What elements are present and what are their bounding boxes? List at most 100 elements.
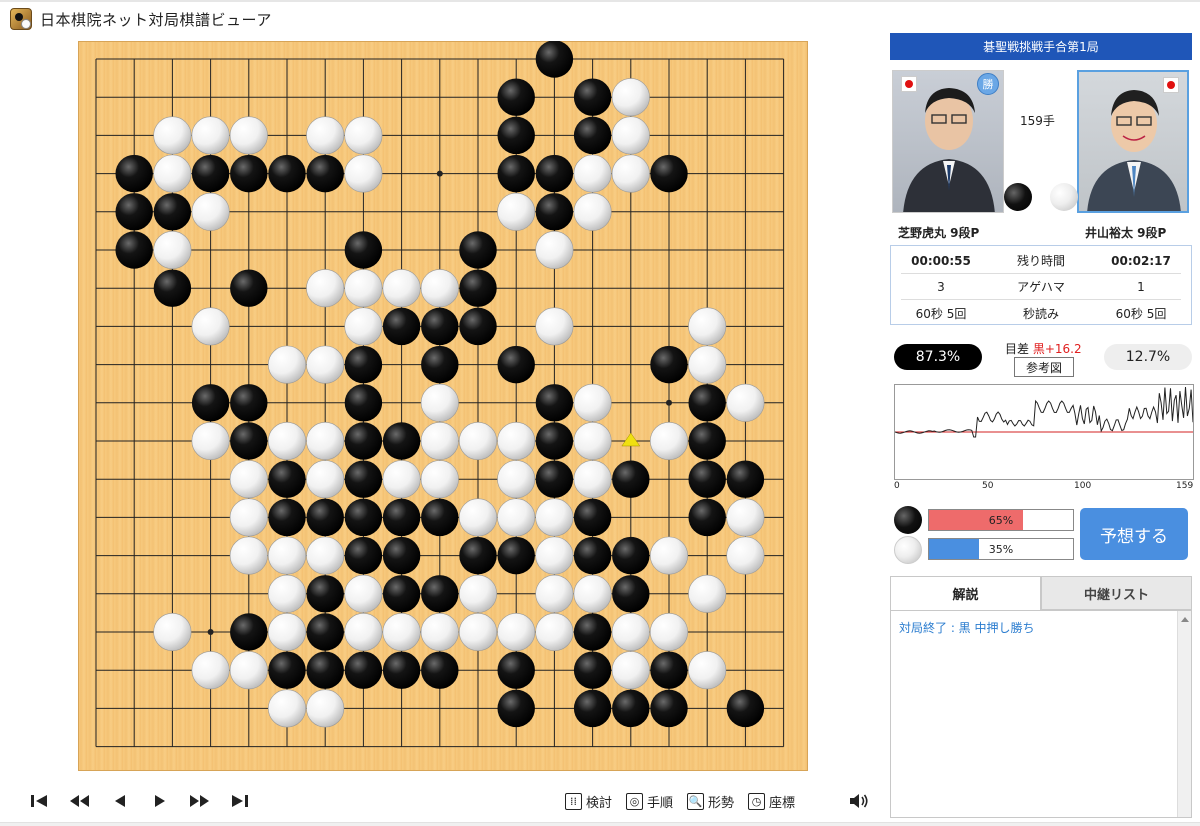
white-stone xyxy=(611,651,650,690)
time-label: 残り時間 xyxy=(1016,254,1065,268)
forward-one-button[interactable] xyxy=(140,787,180,815)
move-order-button[interactable]: ◎ 手順 xyxy=(626,792,673,811)
black-stone xyxy=(268,460,306,498)
tab-commentary[interactable]: 解説 xyxy=(890,576,1041,610)
black-stone xyxy=(306,651,344,689)
speaker-icon[interactable] xyxy=(848,790,870,812)
black-stone xyxy=(573,651,612,689)
black-stone xyxy=(497,536,535,575)
black-stone xyxy=(421,651,459,689)
white-stone xyxy=(344,307,383,346)
go-board[interactable] xyxy=(78,41,808,771)
white-stone xyxy=(535,307,574,346)
white-stone xyxy=(344,574,383,613)
forward-ten-button[interactable] xyxy=(180,787,220,815)
app-window: 日本棋院ネット対局棋譜ビューア ⁞⁞ 検討 ◎ 手順 🔍 形勢 ◷ 座標 碁聖戦… xyxy=(0,0,1200,826)
black-stone xyxy=(306,613,344,651)
black-stone xyxy=(459,231,497,269)
black-stone xyxy=(230,154,268,193)
black-stone xyxy=(115,231,153,269)
black-stone xyxy=(535,422,574,460)
back-ten-button[interactable] xyxy=(60,787,100,815)
skip-to-end-icon xyxy=(232,795,248,807)
captures-row: 3 アゲハマ 1 xyxy=(901,274,1181,300)
first-move-button[interactable] xyxy=(20,787,60,815)
white-stone xyxy=(573,574,612,613)
axis-label: 159 xyxy=(1176,481,1194,491)
axis-label: 0 xyxy=(894,481,900,491)
white-stone xyxy=(458,498,498,537)
captures-label: アゲハマ xyxy=(1017,280,1065,294)
back-one-button[interactable] xyxy=(100,787,140,815)
white-stone xyxy=(191,421,230,461)
star-point xyxy=(666,399,672,406)
commentary-scrollbar[interactable] xyxy=(1177,611,1191,817)
white-stone xyxy=(573,154,612,193)
black-stone xyxy=(535,193,574,231)
white-stone xyxy=(535,498,574,537)
black-stone xyxy=(535,41,574,78)
black-stone xyxy=(421,345,459,384)
reference-diagram-button[interactable]: 参考図 xyxy=(1014,357,1074,377)
black-stone xyxy=(230,384,268,422)
score-value: 黒+16.2 xyxy=(1032,342,1082,356)
white-stone xyxy=(229,498,268,537)
tab-relay-list[interactable]: 中継リスト xyxy=(1041,576,1192,610)
white-stone xyxy=(344,612,383,652)
black-stone xyxy=(421,575,459,613)
position-button[interactable]: 🔍 形勢 xyxy=(687,792,734,811)
white-stone xyxy=(153,154,192,193)
white-stone xyxy=(306,345,345,384)
white-stone xyxy=(267,421,307,461)
white-stone xyxy=(649,536,689,575)
coordinates-button[interactable]: ◷ 座標 xyxy=(748,792,795,811)
predict-button[interactable]: 予想する xyxy=(1080,508,1188,560)
review-button[interactable]: ⁞⁞ 検討 xyxy=(565,792,612,811)
move-order-icon: ◎ xyxy=(626,792,644,810)
tournament-title: 碁聖戦挑戦手合第1局 xyxy=(890,33,1192,60)
white-stone xyxy=(191,307,230,346)
black-stone xyxy=(421,498,459,537)
black-stone xyxy=(650,345,688,384)
white-stone xyxy=(153,116,192,155)
title-bar: 日本棋院ネット対局棋譜ビューア xyxy=(0,0,1200,36)
black-stone xyxy=(191,154,230,193)
black-stone xyxy=(688,498,726,537)
white-stone xyxy=(153,230,192,270)
panel-tabs: 解説 中継リスト xyxy=(890,576,1192,610)
white-stone xyxy=(497,460,536,499)
black-stone xyxy=(115,154,153,193)
white-stone xyxy=(458,574,498,613)
black-stone xyxy=(344,536,383,575)
white-stone xyxy=(382,612,421,652)
black-stone xyxy=(497,651,535,689)
review-icon: ⁞⁞ xyxy=(565,792,582,810)
black-stone xyxy=(650,651,688,689)
black-stone xyxy=(573,689,612,728)
black-stone xyxy=(421,307,459,346)
player-portrait xyxy=(1087,90,1181,211)
move-count: 159手 xyxy=(1020,114,1055,128)
white-stone xyxy=(306,116,345,155)
black-stone xyxy=(535,384,574,422)
black-stone xyxy=(459,536,497,575)
black-stone xyxy=(382,422,421,460)
white-stone xyxy=(497,498,536,537)
board-canvas[interactable] xyxy=(78,41,808,771)
black-stone xyxy=(344,460,383,498)
compass-icon: ◷ xyxy=(748,792,766,810)
white-stone xyxy=(306,421,345,461)
white-stone xyxy=(458,612,498,652)
white-stone xyxy=(306,536,345,575)
black-stone xyxy=(268,498,306,537)
white-stone xyxy=(191,116,230,155)
score-difference: 目差 黒+16.2 xyxy=(1005,340,1082,357)
black-win-rate: 87.3% xyxy=(894,344,982,370)
white-stone xyxy=(344,154,383,193)
white-stone xyxy=(344,116,383,155)
white-stone xyxy=(420,269,459,308)
black-captures: 3 xyxy=(937,279,945,294)
win-rate-graph[interactable] xyxy=(894,384,1194,480)
last-move-button[interactable] xyxy=(220,787,260,815)
white-stone xyxy=(191,192,230,231)
